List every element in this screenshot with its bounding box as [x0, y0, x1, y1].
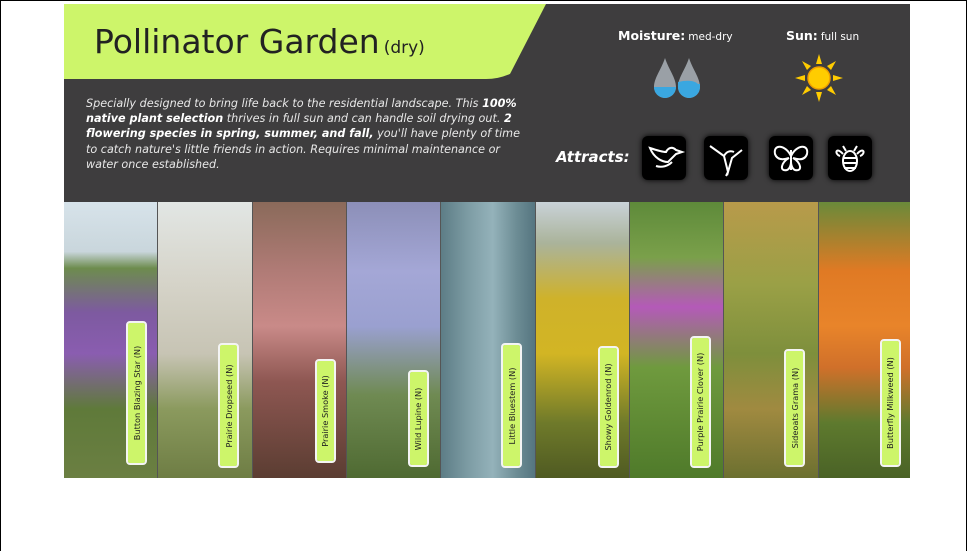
plant-panel: Button Blazing Star (N)	[64, 202, 158, 478]
plant-panel: Purple Prairie Clover (N)	[628, 202, 724, 478]
plant-label: Butterfly Milkweed (N)	[879, 339, 901, 467]
butterfly-icon	[769, 136, 813, 180]
sun-icon	[795, 54, 843, 102]
plant-panel: Prairie Dropseed (N)	[157, 202, 252, 478]
bird-icon	[642, 136, 686, 180]
plant-label: Wild Lupine (N)	[407, 370, 429, 467]
desc-text-1: Specially designed to bring life back to…	[86, 97, 483, 110]
garden-description: Specially designed to bring life back to…	[86, 96, 526, 172]
garden-card: Pollinator Garden (dry) Specially designe…	[64, 4, 910, 478]
page-title: Pollinator Garden (dry)	[94, 22, 425, 61]
plant-panel: Butterfly Milkweed (N)	[817, 202, 910, 478]
plant-label: Prairie Dropseed (N)	[218, 343, 240, 468]
sun-value: full sun	[820, 31, 860, 43]
plant-label: Little Bluestem (N)	[501, 343, 523, 468]
desc-text-2: thrives in full sun and can handle soil …	[223, 112, 504, 126]
plant-label: Button Blazing Star (N)	[126, 321, 147, 465]
plant-label: Prairie Smoke (N)	[314, 359, 336, 463]
plant-panel: Prairie Smoke (N)	[251, 202, 346, 478]
plant-label: Sideoats Grama (N)	[784, 349, 806, 467]
plant-panel: Little Bluestem (N)	[440, 202, 535, 478]
sun-label: Sun: full sun	[786, 28, 860, 43]
plant-photo-strip: Button Blazing Star (N) Prairie Dropseed…	[64, 202, 910, 478]
moisture-label: Moisture: med-dry	[618, 28, 733, 43]
attracts-label: Attracts:	[556, 148, 630, 166]
plant-panel: Wild Lupine (N)	[345, 202, 441, 478]
hummingbird-icon	[704, 136, 748, 180]
plant-label: Showy Goldenrod (N)	[597, 346, 619, 468]
water-drops-icon	[654, 58, 700, 98]
bee-icon	[828, 136, 872, 180]
title-sub: (dry)	[383, 38, 425, 58]
moisture-value: med-dry	[688, 31, 733, 43]
plant-panel: Sideoats Grama (N)	[723, 202, 818, 478]
title-main: Pollinator Garden	[94, 22, 380, 61]
plant-label: Purple Prairie Clover (N)	[689, 336, 711, 468]
plant-panel: Showy Goldenrod (N)	[534, 202, 629, 478]
